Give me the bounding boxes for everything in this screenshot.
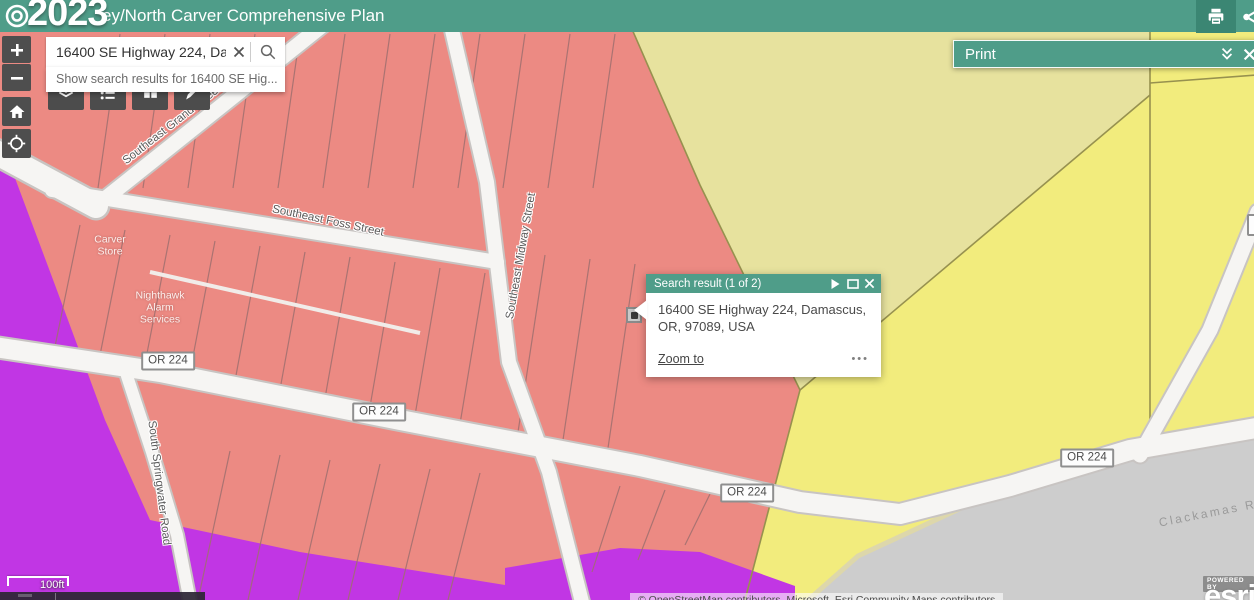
locate-icon	[7, 134, 26, 153]
maximize-icon	[847, 279, 859, 289]
popup-maximize-button[interactable]	[844, 275, 861, 292]
route-shield-or224-3: OR 224	[720, 484, 774, 503]
printer-icon	[1205, 6, 1227, 28]
panel-close-button[interactable]	[1238, 43, 1254, 65]
search-suggestion[interactable]: Show search results for 16400 SE Hig...	[46, 67, 285, 92]
search-icon	[259, 43, 277, 61]
home-icon	[8, 103, 26, 121]
print-panel-title: Print	[954, 46, 1216, 63]
close-icon	[1243, 48, 1254, 61]
popup-body: 16400 SE Highway 224, Damascus, OR, 9708…	[646, 293, 881, 342]
zoom-in-button[interactable]	[2, 36, 31, 63]
map-application: Southeast Grand Street Southeast Foss St…	[0, 0, 1254, 600]
home-extent-button[interactable]	[2, 97, 31, 126]
print-button[interactable]	[1196, 0, 1236, 33]
route-shield-or224-4: OR 224	[1060, 449, 1114, 468]
close-icon	[864, 278, 875, 289]
next-arrow-icon	[831, 279, 840, 289]
chevron-double-down-icon	[1219, 46, 1235, 62]
popup-title: Search result (1 of 2)	[646, 278, 827, 290]
print-panel: Print	[953, 40, 1254, 68]
zoom-to-link[interactable]: Zoom to	[658, 352, 851, 366]
popup-footer: Zoom to •••	[646, 342, 881, 377]
overview-divider	[55, 593, 56, 600]
poi-carver-store: CarverStore	[94, 234, 126, 258]
popup-header: Search result (1 of 2)	[646, 274, 881, 293]
route-shield-or224-2: OR 224	[352, 403, 406, 422]
scale-label: 100ft	[40, 579, 64, 591]
esri-logo: esri	[1204, 580, 1254, 600]
plus-icon	[10, 43, 24, 57]
popup-address: 16400 SE Highway 224, Damascus, OR, 9708…	[658, 302, 867, 336]
popup-pointer	[634, 300, 647, 320]
header-year-watermark: 2023	[27, 0, 108, 35]
search-clear-button[interactable]	[228, 37, 250, 67]
map-attribution: © OpenStreetMap contributors, Microsoft,…	[630, 593, 1003, 600]
search-input[interactable]	[46, 44, 228, 60]
popup-next-button[interactable]	[827, 275, 844, 292]
search-submit-button[interactable]	[251, 37, 285, 67]
popup-close-button[interactable]	[861, 275, 878, 292]
search-widget	[46, 37, 285, 67]
popup-more-button[interactable]: •••	[851, 356, 869, 362]
search-result-popup: Search result (1 of 2) 16400 SE Highway …	[646, 274, 881, 377]
panel-collapse-button[interactable]	[1216, 43, 1238, 65]
page-title: ey/North Carver Comprehensive Plan	[102, 0, 385, 32]
overview-widget[interactable]	[0, 592, 205, 600]
my-location-button[interactable]	[2, 129, 31, 158]
zoom-out-button[interactable]	[2, 64, 31, 91]
route-shield-or224-1: OR 224	[141, 352, 195, 371]
route-shield-partial	[1247, 214, 1254, 236]
overview-glyph	[18, 594, 32, 597]
close-icon	[233, 46, 245, 58]
minus-icon	[10, 71, 24, 85]
poi-nighthawk: NighthawkAlarmServices	[135, 290, 184, 325]
share-icon[interactable]	[1240, 4, 1254, 30]
